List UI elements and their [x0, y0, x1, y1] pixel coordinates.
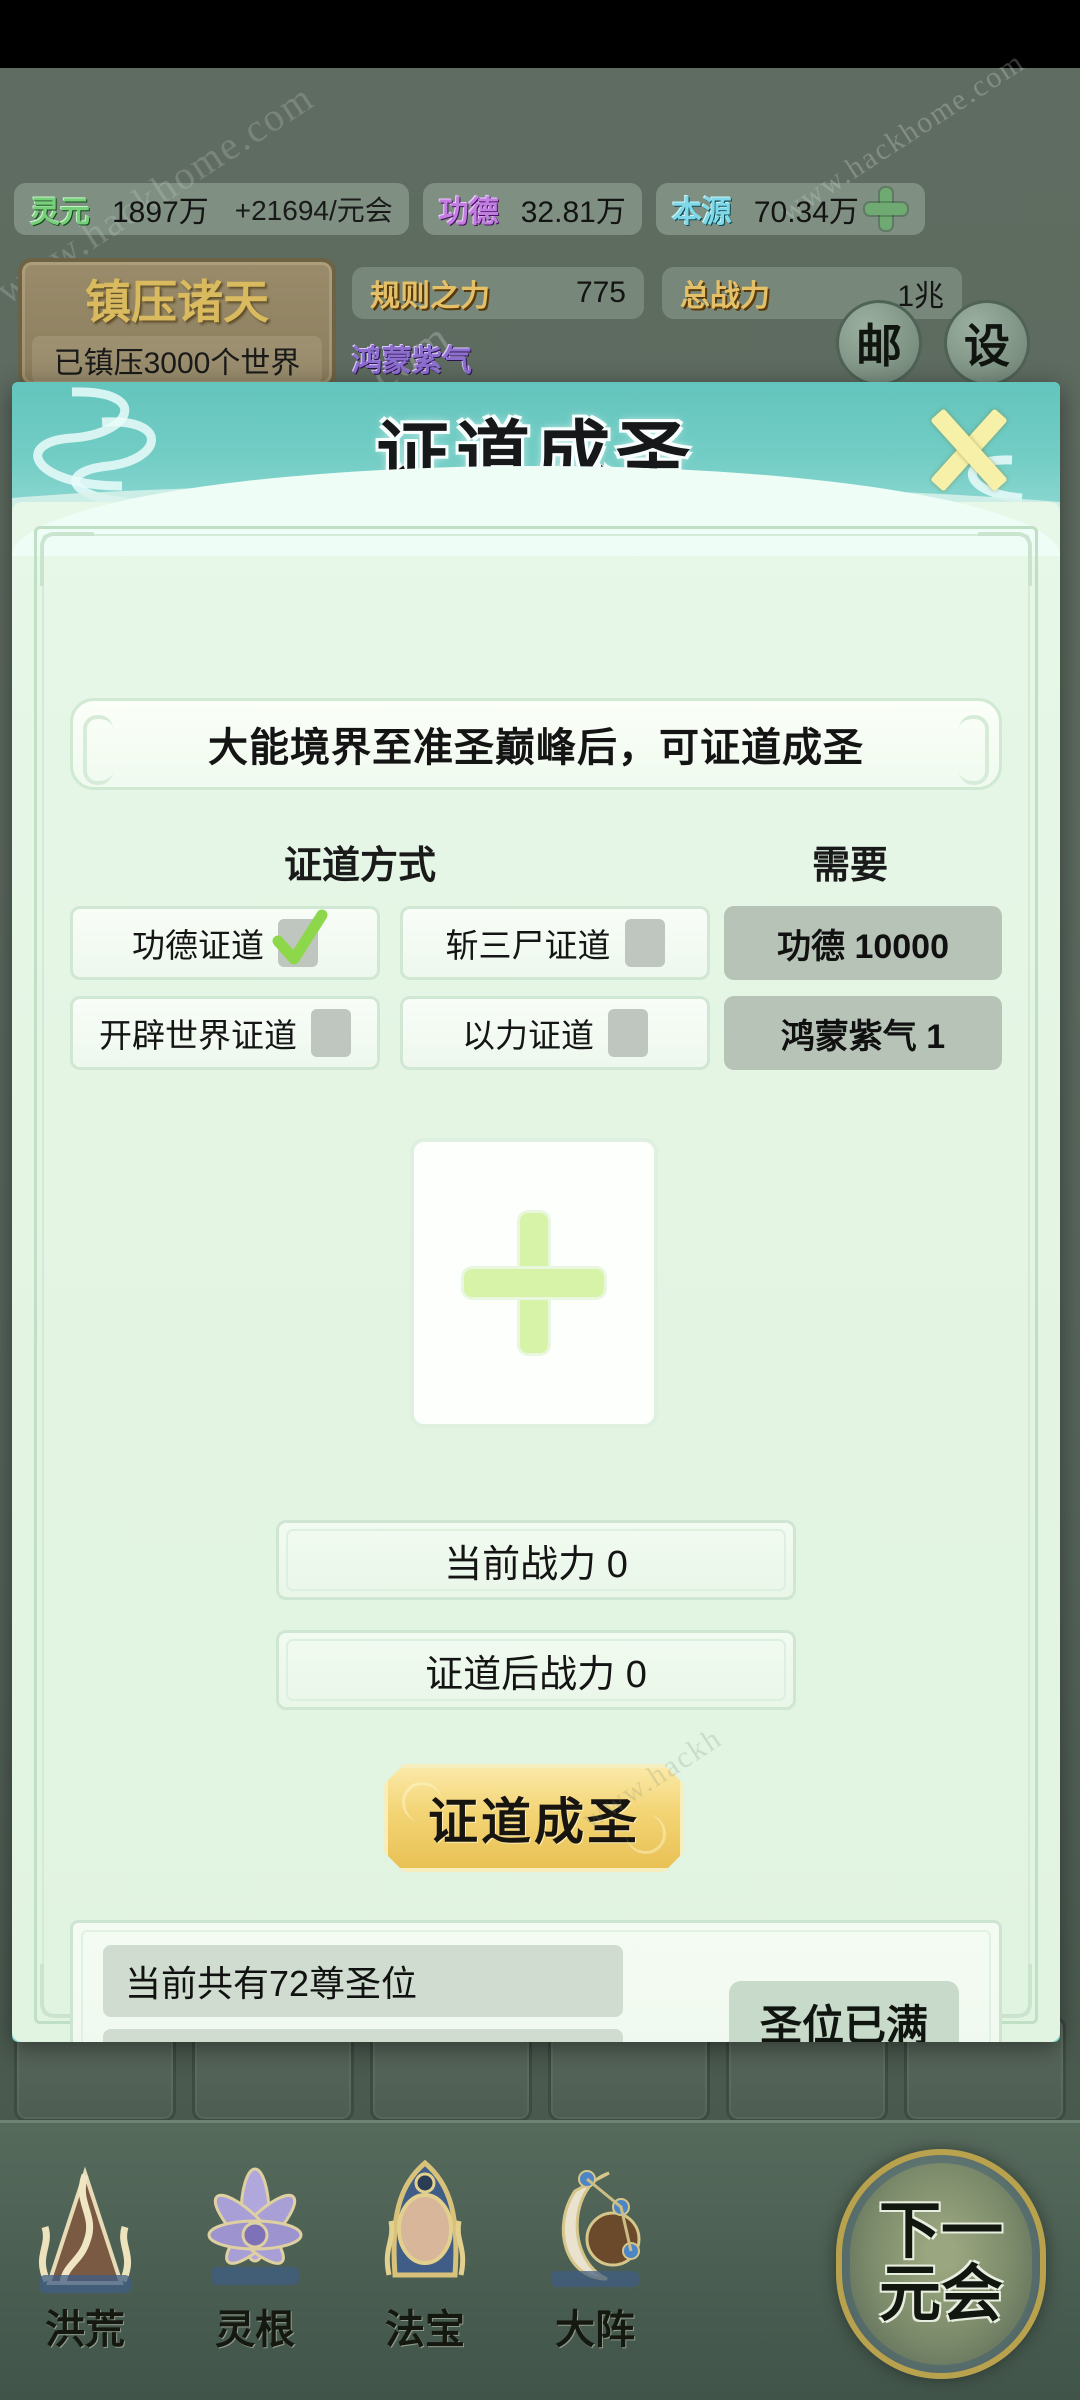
header-method: 证道方式 [284, 845, 437, 887]
after-power-row: 证道后战力 0 [276, 1630, 796, 1710]
stat-total-power[interactable]: 总战力 1兆 [662, 267, 962, 319]
achieved-row: 已有73人证道成圣 [103, 2029, 623, 2042]
stat-label: 鸿蒙紫气 [352, 345, 472, 378]
resource-rate: +21694/元会 [234, 195, 393, 226]
status-badge: 圣位已满 [729, 1981, 959, 2042]
confirm-button-label: 证道成圣 [428, 1794, 640, 1850]
resource-value: 70.34万 [753, 196, 859, 229]
method-option-zhansanshi[interactable]: 斩三尸证道 [400, 906, 710, 980]
seal-panel-title: 镇压诸天 [85, 277, 269, 328]
mirror-treasure-icon [365, 2155, 485, 2305]
current-power-row: 当前战力 0 [276, 1520, 796, 1600]
zhengdao-dialog: 证道成圣 大能境界至准圣巅峰后，可证道成圣 证道方式 需要 功德证道 斩三尸证道… [12, 382, 1060, 2042]
next-button-line1: 下一 [878, 2197, 1003, 2266]
item-slot-card[interactable] [410, 1138, 658, 1428]
confirm-zhengdao-button[interactable]: 证道成圣 [384, 1764, 684, 1872]
method-label: 开辟世界证道 [99, 1017, 297, 1054]
mountain-flame-icon [25, 2155, 145, 2305]
status-bar-area [0, 0, 1080, 68]
resource-label: 本源 [671, 196, 732, 229]
info-banner: 大能境界至准圣巅峰后，可证道成圣 [70, 698, 1002, 790]
nav-label: 法宝 [385, 2307, 465, 2352]
resource-bar: 灵元 1897万 +21694/元会 功德 32.81万 本源 70.34万 [0, 178, 1080, 240]
seal-panel[interactable]: 镇压诸天 已镇压3000个世界 [18, 258, 336, 388]
lotus-icon [195, 2155, 315, 2305]
after-power-text: 证道后战力 0 [425, 1653, 647, 1696]
mail-button[interactable]: 邮 [836, 300, 922, 386]
corner-ornament [978, 532, 1032, 586]
stat-label: 总战力 [680, 280, 770, 313]
next-yuanhui-button[interactable]: 下一 元会 [836, 2149, 1046, 2379]
stat-label: 规则之力 [370, 280, 490, 313]
total-seats-row: 当前共有72尊圣位 [103, 1945, 623, 2017]
column-headers: 证道方式 需要 [12, 834, 1060, 894]
method-option-kaipishijie[interactable]: 开辟世界证道 [70, 996, 380, 1070]
button-corner-swirl [402, 1782, 442, 1822]
check-icon [272, 909, 328, 965]
method-label: 以力证道 [462, 1017, 594, 1054]
method-label: 斩三尸证道 [445, 927, 611, 964]
mail-icon: 邮 [856, 321, 902, 372]
checkbox-checked[interactable] [272, 909, 328, 967]
nav-item-honghuang[interactable]: 洪荒 [0, 2133, 170, 2400]
checkbox-unchecked[interactable] [311, 1009, 351, 1057]
seal-panel-subtitle: 已镇压3000个世界 [32, 336, 322, 384]
header-need: 需要 [812, 845, 889, 887]
method-label: 功德证道 [132, 927, 264, 964]
nav-item-dazhen[interactable]: 大阵 [510, 2133, 680, 2400]
close-x-icon[interactable] [918, 400, 1018, 500]
resource-label: 灵元 [30, 196, 90, 229]
plus-icon [464, 1213, 604, 1353]
add-resource-icon[interactable] [863, 186, 909, 232]
current-power-text: 当前战力 0 [444, 1543, 628, 1586]
bottom-navigation-bar: hackhome.com 洪荒 [0, 2120, 1080, 2400]
resource-value: 1897万 [112, 196, 209, 229]
resource-lingyuan[interactable]: 灵元 1897万 +21694/元会 [14, 183, 409, 235]
checkbox-unchecked[interactable] [624, 919, 665, 967]
resource-value: 32.81万 [520, 196, 626, 229]
stat-rule-power[interactable]: 规则之力 775 [352, 267, 644, 319]
nav-label: 大阵 [555, 2307, 635, 2352]
method-grid: 功德证道 斩三尸证道 开辟世界证道 以力证道 [70, 906, 710, 1086]
checkbox-unchecked[interactable] [608, 1009, 648, 1057]
stat-hongmeng[interactable]: 鸿蒙紫气 [352, 336, 472, 380]
gear-icon: 设 [964, 321, 1010, 372]
nav-label: 洪荒 [45, 2307, 125, 2352]
corner-ornament [40, 532, 94, 586]
method-option-gongde[interactable]: 功德证道 [70, 906, 380, 980]
nav-item-linggen[interactable]: 灵根 [170, 2133, 340, 2400]
button-corner-swirl [626, 1814, 666, 1854]
resource-gongde[interactable]: 功德 32.81万 [422, 183, 642, 235]
requirement-hongmengziqi: 鸿蒙紫气 1 [724, 996, 1002, 1070]
info-banner-text: 大能境界至准圣巅峰后，可证道成圣 [208, 726, 864, 770]
game-screen: www.hackhome.com www.hackhome.com www.ha… [0, 0, 1080, 2400]
nav-item-fabao[interactable]: 法宝 [340, 2133, 510, 2400]
resource-benyuan[interactable]: 本源 70.34万 [655, 183, 925, 235]
nav-label: 灵根 [215, 2307, 295, 2352]
method-option-yili[interactable]: 以力证道 [400, 996, 710, 1070]
dialog-body: 大能境界至准圣巅峰后，可证道成圣 证道方式 需要 功德证道 斩三尸证道 开辟世界… [12, 466, 1060, 2042]
stat-value: 775 [575, 276, 626, 309]
saint-stats-panel: 当前共有72尊圣位 已有73人证道成圣 圣位已满 [70, 1920, 1002, 2042]
resource-label: 功德 [438, 196, 499, 229]
next-button-line2: 元会 [878, 2261, 1003, 2329]
requirement-column: 功德 10000 鸿蒙紫气 1 [724, 906, 1002, 1086]
formation-moon-icon [535, 2155, 655, 2305]
settings-button[interactable]: 设 [944, 300, 1030, 386]
requirement-gongde: 功德 10000 [724, 906, 1002, 980]
